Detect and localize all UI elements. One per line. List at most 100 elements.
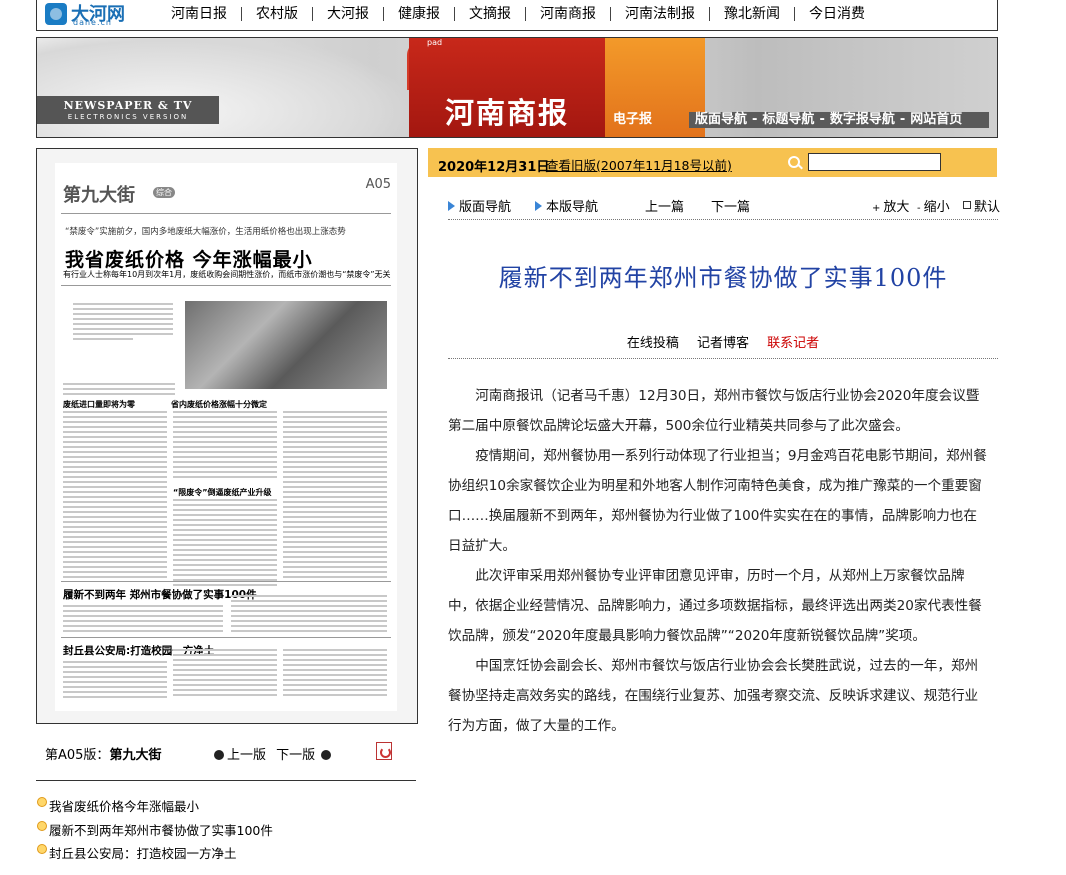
article-list: 我省废纸价格今年涨幅最小 履新不到两年郑州市餐协做了实事100件 封丘县公安局：… bbox=[36, 796, 273, 867]
edition-name: 第九大街 bbox=[109, 748, 162, 763]
nav-link-health-news[interactable]: 健康报 bbox=[384, 7, 455, 21]
this-edition-nav-link[interactable]: 本版导航 bbox=[535, 196, 598, 215]
thumb-rule bbox=[61, 285, 391, 286]
contact-reporter-link[interactable]: 联系记者 bbox=[767, 336, 819, 351]
thumb-column bbox=[283, 649, 387, 699]
thumb-rule bbox=[61, 581, 391, 582]
thumb-kicker: “禁废令”实施前夕，国内多地废纸大幅涨价，生活用纸价格也出现上涨态势 bbox=[65, 227, 346, 237]
divider bbox=[36, 780, 416, 781]
thumb-subhead-1: 废纸进口量即将为零 bbox=[63, 400, 135, 409]
zoom-in-button[interactable]: + 放大 bbox=[872, 196, 909, 215]
thumb-headline[interactable]: 我省废纸价格 今年涨幅最小 bbox=[65, 245, 313, 272]
article-link[interactable]: 履新不到两年郑州市餐协做了实事100件 bbox=[49, 823, 273, 838]
search-icon[interactable] bbox=[788, 156, 800, 168]
pdf-icon[interactable] bbox=[376, 742, 392, 760]
ntv-line1: NEWSPAPER & TV bbox=[63, 99, 193, 112]
article-link[interactable]: 封丘县公安局：打造校园一方净土 bbox=[49, 846, 237, 861]
thumb-column bbox=[173, 411, 277, 481]
plus-icon: + bbox=[872, 203, 881, 214]
newspaper-title: 河南商报 bbox=[445, 96, 570, 130]
square-icon bbox=[963, 201, 971, 209]
list-item[interactable]: 履新不到两年郑州市餐协做了实事100件 bbox=[36, 820, 273, 844]
thumb-text-block bbox=[63, 383, 175, 398]
nav-link-henan-business[interactable]: 河南商报 bbox=[526, 7, 611, 21]
zoom-out-button[interactable]: - 缩小 bbox=[917, 196, 950, 215]
newspaper-links: 河南日报 农村版 大河报 健康报 文摘报 河南商报 河南法制报 豫北新闻 今日消费 bbox=[157, 6, 879, 22]
zoom-in-label: 放大 bbox=[883, 200, 910, 215]
nav-link-today-consumption[interactable]: 今日消费 bbox=[795, 7, 879, 21]
thumb-subhead-3: “限废令”倒逼废纸产业升级 bbox=[173, 488, 272, 497]
article-paragraph: 疫情期间，郑州餐协用一系列行动体现了行业担当；9月金鸡百花电影节期间，郑州餐协组… bbox=[448, 448, 987, 554]
next-page-link[interactable]: 下一版 bbox=[276, 748, 315, 763]
banner-nav: 版面导航 - 标题导航 - 数字报导航 - 网站首页 bbox=[689, 112, 989, 128]
default-size-label: 默认 bbox=[974, 200, 1001, 215]
banner-nav-digital[interactable]: 数字报导航 bbox=[830, 112, 895, 127]
this-edition-nav-label: 本版导航 bbox=[546, 200, 599, 215]
ntv-line2: ELECTRONICS VERSION bbox=[67, 113, 189, 121]
prev-article-link[interactable]: 上一篇 bbox=[645, 196, 684, 215]
bullet-icon bbox=[37, 797, 47, 807]
thumb-edition-number: A05 bbox=[365, 177, 391, 192]
layout-nav-label: 版面导航 bbox=[459, 200, 512, 215]
dahe-logo[interactable]: 大河网 dahe.cn bbox=[43, 0, 133, 28]
article-title: 履新不到两年郑州市餐协做了实事100件 bbox=[498, 264, 948, 292]
thumb-column bbox=[231, 595, 387, 635]
reporter-blog-link[interactable]: 记者博客 bbox=[697, 336, 749, 351]
thumb-column bbox=[63, 605, 223, 635]
next-page-icon bbox=[321, 750, 332, 760]
bullet-icon bbox=[37, 844, 47, 854]
list-item[interactable]: 封丘县公安局：打造校园一方净土 bbox=[36, 843, 273, 867]
thumb-rule bbox=[61, 637, 391, 638]
edition-prefix: 第A05版： bbox=[45, 748, 110, 763]
top-navigation-bar: 大河网 dahe.cn 河南日报 农村版 大河报 健康报 文摘报 河南商报 河南法制报 豫北新… bbox=[36, 0, 998, 31]
thumb-section-name: 第九大街 bbox=[63, 185, 135, 206]
article-paragraph: 中国烹饪协会副会长、郑州市餐饮与饭店行业协会会长樊胜武说，过去的一年，郑州餐协坚… bbox=[448, 658, 979, 734]
divider bbox=[448, 358, 998, 359]
logo-mark-icon bbox=[45, 3, 67, 25]
arrow-right-icon bbox=[535, 201, 542, 211]
thumb-article-2-title[interactable]: 履新不到两年 郑州市餐协做了实事100件 bbox=[63, 587, 257, 602]
article-paragraph: 河南商报讯（记者马千惠）12月30日，郑州市餐饮与饭店行业协会2020年度会议暨… bbox=[448, 388, 980, 434]
thumb-column bbox=[173, 649, 277, 699]
banner-nav-titles[interactable]: 标题导航 bbox=[762, 112, 814, 127]
thumb-badge: 综合 bbox=[153, 187, 175, 198]
default-size-button[interactable]: 默认 bbox=[963, 196, 1000, 215]
pad-label: pad bbox=[427, 38, 443, 47]
next-article-link[interactable]: 下一篇 bbox=[711, 196, 750, 215]
banner: NEWSPAPER & TV ELECTRONICS VERSION pad 河… bbox=[36, 37, 998, 138]
logo-subtext: dahe.cn bbox=[73, 18, 112, 27]
edition-label: 第A05版：第九大街 bbox=[45, 744, 161, 763]
thumb-column bbox=[63, 411, 167, 581]
nav-link-rural-edition[interactable]: 农村版 bbox=[242, 7, 313, 21]
layout-nav-link[interactable]: 版面导航 bbox=[448, 196, 511, 215]
search-input[interactable] bbox=[808, 153, 941, 171]
banner-nav-home[interactable]: 网站首页 bbox=[910, 112, 962, 127]
thumb-rule bbox=[61, 213, 391, 214]
nav-link-yubei-news[interactable]: 豫北新闻 bbox=[710, 7, 795, 21]
list-item[interactable]: 我省废纸价格今年涨幅最小 bbox=[36, 796, 273, 820]
nav-link-dahe-bao[interactable]: 大河报 bbox=[313, 7, 384, 21]
thumb-subhead-2: 省内废纸价格涨幅十分微定 bbox=[171, 400, 267, 409]
old-version-link[interactable]: 查看旧版(2007年11月18号以前) bbox=[546, 155, 732, 174]
issue-date: 2020年12月31日 bbox=[438, 160, 550, 175]
nav-link-legal-news[interactable]: 河南法制报 bbox=[611, 7, 710, 21]
thumb-column bbox=[63, 661, 167, 701]
thumb-text-block bbox=[73, 303, 173, 343]
article-paragraph: 此次评审采用郑州餐协专业评审团意见评审，历时一个月，从郑州上万家餐饮品牌中，依据… bbox=[448, 568, 982, 644]
divider bbox=[448, 219, 998, 220]
page-thumbnail[interactable]: 第九大街 综合 A05 “禁废令”实施前夕，国内多地废纸大幅涨价，生活用纸价格也… bbox=[36, 148, 418, 724]
submit-article-link[interactable]: 在线投稿 bbox=[627, 336, 679, 351]
article-link[interactable]: 我省废纸价格今年涨幅最小 bbox=[49, 799, 199, 814]
nav-link-digest-news[interactable]: 文摘报 bbox=[455, 7, 526, 21]
page-navigation: 上一版 下一版 bbox=[214, 744, 334, 763]
thumbnail-page[interactable]: 第九大街 综合 A05 “禁废令”实施前夕，国内多地废纸大幅涨价，生活用纸价格也… bbox=[55, 163, 397, 711]
article-toolbar: 版面导航 本版导航 上一篇 下一篇 + 放大 - 缩小 默认 bbox=[448, 196, 1000, 215]
prev-page-link[interactable]: 上一版 bbox=[227, 748, 266, 763]
minus-icon: - bbox=[917, 203, 921, 214]
thumb-photo bbox=[185, 301, 387, 389]
nav-link-henan-daily[interactable]: 河南日报 bbox=[157, 7, 242, 21]
article-body: 河南商报讯（记者马千惠）12月30日，郑州市餐饮与饭店行业协会2020年度会议暨… bbox=[448, 381, 988, 741]
prev-page-icon bbox=[214, 750, 224, 760]
article-links: 在线投稿 记者博客 联系记者 bbox=[448, 332, 998, 351]
banner-nav-layout[interactable]: 版面导航 bbox=[695, 112, 747, 127]
